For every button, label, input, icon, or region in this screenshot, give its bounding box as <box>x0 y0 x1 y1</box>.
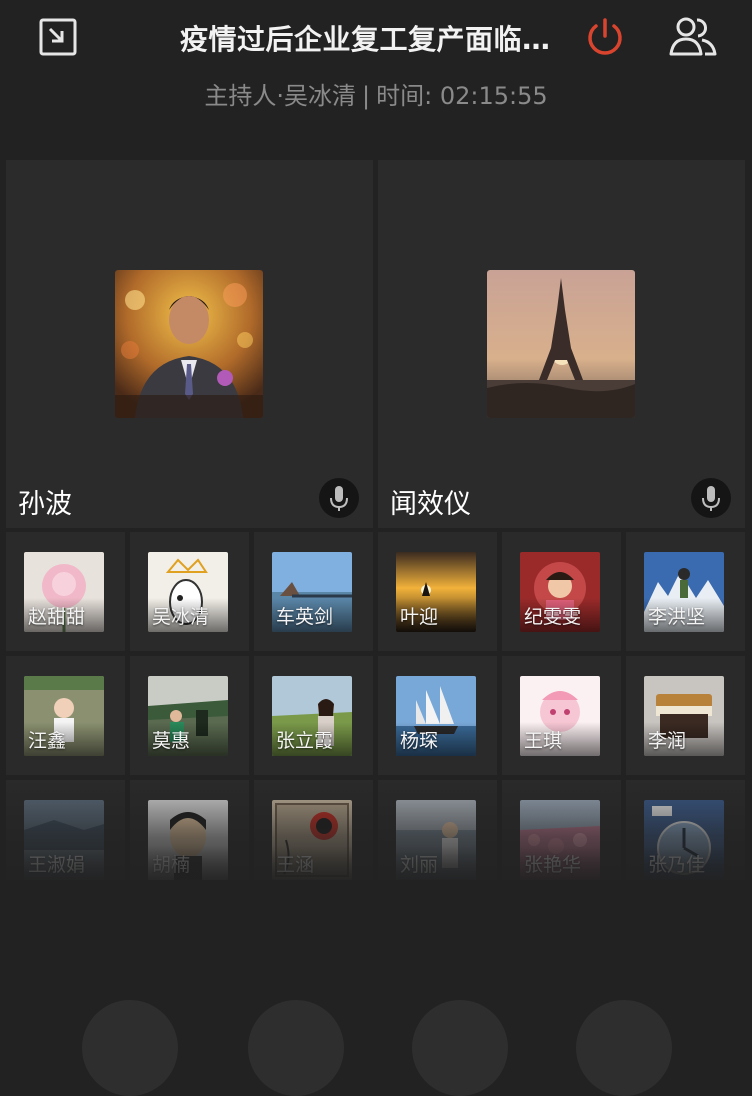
participant-avatar: 张乃佳 <box>644 800 724 880</box>
participant-tile[interactable]: 李润 <box>626 656 745 775</box>
participant-avatar: 刘丽 <box>396 800 476 880</box>
participant-tile[interactable]: 李洪坚 <box>626 532 745 651</box>
host-time-line: 主持人·吴冰清 | 时间: 02:15:55 <box>0 76 752 111</box>
control-button[interactable] <box>576 1000 672 1096</box>
participant-name: 刘丽 <box>400 854 439 876</box>
meeting-title: 疫情过后企业复工复产面临… <box>180 23 551 56</box>
participant-tile[interactable]: 汪鑫 <box>6 656 125 775</box>
participant-name: 赵甜甜 <box>28 606 86 628</box>
participant-tile[interactable]: 叶迎 <box>378 532 497 651</box>
participant-avatar: 胡楠 <box>148 800 228 880</box>
speaker-name: 闻效仪 <box>390 489 471 520</box>
participant-avatar: 王淑娟 <box>24 800 104 880</box>
microphone-icon[interactable] <box>691 478 731 518</box>
participant-tile[interactable]: 车英剑 <box>254 532 373 651</box>
speaker-avatar <box>487 270 635 418</box>
participant-avatar: 李润 <box>644 676 724 756</box>
control-button[interactable] <box>82 1000 178 1096</box>
participant-avatar: 纪雯雯 <box>520 552 600 632</box>
participant-name: 李润 <box>648 730 687 752</box>
participant-avatar: 杨琛 <box>396 676 476 756</box>
participant-name: 吴冰清 <box>152 606 210 628</box>
participant-tile[interactable]: 王琪 <box>502 656 621 775</box>
participant-avatar: 张艳华 <box>520 800 600 880</box>
participant-avatar: 车英剑 <box>272 552 352 632</box>
participant-name: 莫惠 <box>152 730 191 752</box>
exit-fullscreen-icon[interactable] <box>38 17 78 57</box>
participant-avatar: 吴冰清 <box>148 552 228 632</box>
time-label: 时间: 02:15:55 <box>376 82 548 110</box>
control-button[interactable] <box>412 1000 508 1096</box>
participant-avatar: 王涵 <box>272 800 352 880</box>
participant-name: 李洪坚 <box>648 606 706 628</box>
participant-grid: 赵甜甜 吴冰清 车英剑 叶迎 纪雯雯 李洪坚 汪鑫 莫惠 张立霞 杨琛 王琪 李… <box>6 532 752 899</box>
participant-avatar: 李洪坚 <box>644 552 724 632</box>
participant-name: 胡楠 <box>152 854 191 876</box>
participant-name: 王淑娟 <box>28 854 86 876</box>
speaker-tile[interactable]: 孙波 <box>6 160 373 528</box>
control-button[interactable] <box>248 1000 344 1096</box>
participant-name: 王琪 <box>524 730 563 752</box>
separator: | <box>362 82 371 110</box>
participant-name: 张立霞 <box>276 730 334 752</box>
participant-tile[interactable]: 张立霞 <box>254 656 373 775</box>
participant-tile[interactable]: 纪雯雯 <box>502 532 621 651</box>
participant-avatar: 张立霞 <box>272 676 352 756</box>
participant-tile[interactable]: 莫惠 <box>130 656 249 775</box>
participant-avatar: 莫惠 <box>148 676 228 756</box>
participant-name: 张艳华 <box>524 854 582 876</box>
participant-avatar: 赵甜甜 <box>24 552 104 632</box>
microphone-icon[interactable] <box>319 478 359 518</box>
participant-name: 纪雯雯 <box>524 606 582 628</box>
participant-name: 杨琛 <box>400 730 439 752</box>
speaker-avatar <box>115 270 263 418</box>
participant-avatar: 汪鑫 <box>24 676 104 756</box>
participant-name: 叶迎 <box>400 606 439 628</box>
participant-tile[interactable]: 杨琛 <box>378 656 497 775</box>
speaker-tile[interactable]: 闻效仪 <box>378 160 745 528</box>
speaker-name: 孙波 <box>18 489 72 520</box>
participant-avatar: 王琪 <box>520 676 600 756</box>
power-icon[interactable] <box>584 16 626 58</box>
bottom-toolbar <box>0 880 752 1096</box>
participant-tile[interactable]: 吴冰清 <box>130 532 249 651</box>
host-label: 主持人·吴冰清 <box>204 82 357 110</box>
participant-name: 汪鑫 <box>28 730 67 752</box>
participant-name: 张乃佳 <box>648 854 706 876</box>
participant-avatar: 叶迎 <box>396 552 476 632</box>
speaker-stage: 孙波 闻效仪 <box>6 160 752 528</box>
members-icon[interactable] <box>668 14 718 60</box>
top-bar: 疫情过后企业复工复产面临… 主持人·吴冰清 | 时间: 02:15:55 <box>0 0 752 130</box>
participant-name: 车英剑 <box>276 606 334 628</box>
participant-tile[interactable]: 赵甜甜 <box>6 532 125 651</box>
participant-name: 王涵 <box>276 854 315 876</box>
